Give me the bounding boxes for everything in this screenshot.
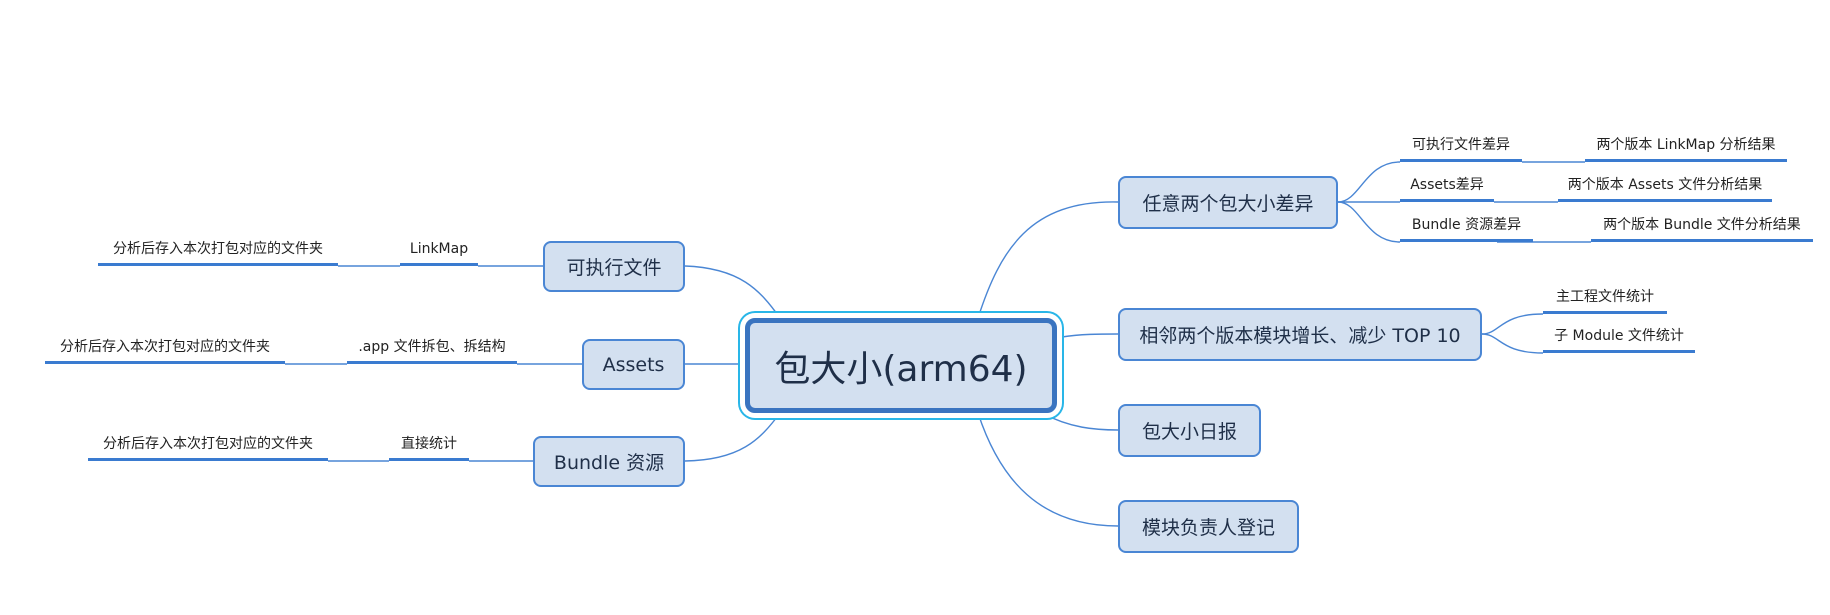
root-node[interactable]: 包大小(arm64) (745, 318, 1057, 413)
leaf-assets-folder[interactable]: 分析后存入本次打包对应的文件夹 (45, 338, 285, 364)
connector-root-daily (1041, 412, 1119, 431)
node-bundle[interactable]: Bundle 资源 (533, 436, 685, 487)
root-label: 包大小(arm64) (774, 348, 1028, 390)
leaf-main-project-stats[interactable]: 主工程文件统计 (1543, 288, 1667, 314)
leaf-exec-diff-result[interactable]: 两个版本 LinkMap 分析结果 (1585, 136, 1787, 162)
node-assets-label: Assets (602, 353, 665, 376)
leaf-direct-stats[interactable]: 直接统计 (389, 435, 469, 461)
connector-diff-bundle (1337, 201, 1401, 243)
node-module-owner[interactable]: 模块负责人登记 (1118, 500, 1299, 553)
leaf-app-unpack[interactable]: .app 文件拆包、拆结构 (347, 338, 517, 364)
node-diff[interactable]: 任意两个包大小差异 (1118, 176, 1338, 229)
node-daily-report-label: 包大小日报 (1141, 421, 1237, 443)
connector-diff-exec (1337, 161, 1401, 203)
leaf-linkmap[interactable]: LinkMap (400, 240, 478, 266)
leaf-bundle-folder[interactable]: 分析后存入本次打包对应的文件夹 (88, 435, 328, 461)
connector-root-executable (684, 265, 781, 319)
leaf-exec-diff[interactable]: 可执行文件差异 (1400, 136, 1522, 162)
leaf-assets-diff-result[interactable]: 两个版本 Assets 文件分析结果 (1558, 176, 1772, 202)
node-diff-label: 任意两个包大小差异 (1142, 193, 1314, 215)
leaf-bundle-diff[interactable]: Bundle 资源差异 (1400, 216, 1533, 242)
connector-top10-main (1481, 313, 1544, 335)
leaf-bundle-diff-result[interactable]: 两个版本 Bundle 文件分析结果 (1591, 216, 1813, 242)
node-top10-label: 相邻两个版本模块增长、减少 TOP 10 (1139, 325, 1461, 347)
node-daily-report[interactable]: 包大小日报 (1118, 404, 1261, 457)
leaf-executable-folder[interactable]: 分析后存入本次打包对应的文件夹 (98, 240, 338, 266)
node-bundle-label: Bundle 资源 (553, 452, 665, 474)
node-assets[interactable]: Assets (582, 339, 685, 390)
connector-root-owner (977, 412, 1119, 527)
connector-top10-module (1481, 333, 1544, 354)
leaf-module-stats[interactable]: 子 Module 文件统计 (1543, 327, 1695, 353)
node-executable-label: 可执行文件 (566, 257, 662, 279)
mind-map: 包大小(arm64) 可执行文件 LinkMap 分析后存入本次打包对应的文件夹… (0, 0, 1830, 615)
connector-root-bundle (684, 412, 781, 462)
connector-root-top10 (1061, 333, 1119, 338)
node-top10[interactable]: 相邻两个版本模块增长、减少 TOP 10 (1118, 308, 1482, 361)
connector-root-diff (977, 201, 1119, 319)
node-module-owner-label: 模块负责人登记 (1141, 517, 1275, 539)
leaf-assets-diff[interactable]: Assets差异 (1400, 176, 1494, 202)
node-executable[interactable]: 可执行文件 (543, 241, 685, 292)
